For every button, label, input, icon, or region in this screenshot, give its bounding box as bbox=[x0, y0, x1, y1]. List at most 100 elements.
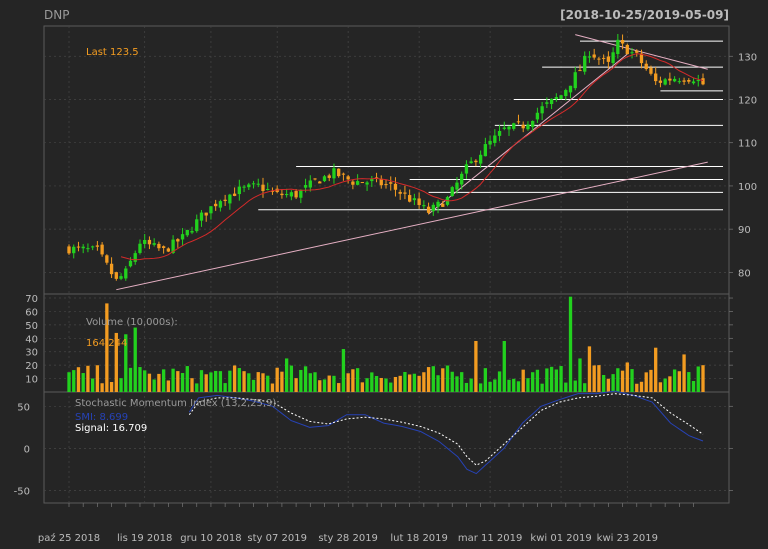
volume-bar bbox=[280, 371, 284, 392]
volume-value: 164,244 bbox=[86, 338, 127, 349]
candle bbox=[360, 182, 364, 184]
volume-bar bbox=[251, 379, 256, 392]
volume-bar bbox=[299, 369, 303, 392]
volume-y-label: 10 bbox=[25, 375, 38, 386]
volume-bar bbox=[611, 374, 615, 392]
volume-bar bbox=[128, 367, 133, 392]
candle bbox=[337, 168, 341, 177]
candle bbox=[119, 276, 123, 279]
volume-bar bbox=[445, 365, 450, 392]
candle bbox=[195, 219, 199, 232]
candle bbox=[460, 173, 464, 185]
candle bbox=[128, 260, 133, 267]
price-y-label: 90 bbox=[738, 225, 751, 236]
volume-bar bbox=[549, 366, 554, 392]
volume-bar bbox=[691, 380, 696, 392]
volume-bar bbox=[147, 373, 152, 392]
volume-bar bbox=[161, 369, 166, 392]
volume-bar bbox=[360, 382, 364, 392]
volume-bar bbox=[507, 379, 511, 392]
volume-bar bbox=[261, 373, 265, 392]
volume-bar bbox=[431, 366, 435, 392]
volume-bar bbox=[531, 372, 535, 392]
candle bbox=[223, 199, 227, 201]
candle bbox=[81, 246, 85, 249]
volume-bar bbox=[152, 379, 156, 392]
volume-bar bbox=[204, 374, 208, 392]
volume-bar bbox=[289, 365, 294, 392]
candle bbox=[91, 246, 95, 248]
candle bbox=[564, 90, 568, 97]
signal-value: Signal: 16.709 bbox=[75, 423, 147, 434]
volume-bar bbox=[601, 374, 606, 392]
volume-bar bbox=[81, 373, 85, 392]
candle bbox=[180, 234, 185, 240]
volume-bar bbox=[417, 375, 421, 392]
volume-bar bbox=[620, 370, 625, 392]
volume-bar bbox=[469, 378, 473, 392]
volume-bar bbox=[668, 376, 672, 392]
volume-bar bbox=[190, 378, 194, 392]
candle bbox=[351, 181, 355, 185]
volume-bar bbox=[587, 346, 592, 392]
candle bbox=[341, 173, 346, 175]
candle bbox=[242, 186, 246, 188]
volume-bar bbox=[284, 358, 289, 392]
volume-bar bbox=[521, 369, 525, 392]
candle bbox=[625, 44, 629, 55]
volume-bar bbox=[436, 375, 440, 392]
candle bbox=[630, 52, 634, 54]
volume-bar bbox=[171, 368, 175, 392]
volume-bar bbox=[658, 382, 663, 392]
stock-chart: paź 25 2018 lis 19 2018 gru 10 2018 sty 07 … bbox=[14, 8, 757, 544]
candle bbox=[412, 198, 417, 201]
candle bbox=[185, 229, 189, 236]
volume-bar bbox=[393, 377, 398, 392]
volume-bar bbox=[701, 365, 705, 392]
candle bbox=[455, 182, 459, 190]
candle bbox=[199, 212, 204, 221]
volume-bar bbox=[616, 368, 620, 392]
volume-y-label: 20 bbox=[25, 361, 38, 372]
volume-bar bbox=[86, 365, 90, 392]
candle bbox=[152, 243, 156, 245]
volume-bar bbox=[313, 372, 317, 392]
candle bbox=[176, 239, 180, 242]
candle bbox=[521, 124, 525, 129]
candle bbox=[138, 243, 142, 253]
volume-bar bbox=[157, 373, 161, 392]
volume-bar bbox=[583, 383, 587, 392]
candle bbox=[658, 80, 663, 83]
candle bbox=[67, 246, 71, 254]
volume-bar bbox=[478, 383, 483, 392]
volume-bar bbox=[398, 375, 402, 392]
candle bbox=[327, 175, 331, 178]
x-tick-label: mar 11 2019 bbox=[458, 533, 523, 544]
price-y-label: 120 bbox=[738, 95, 757, 106]
candle bbox=[526, 124, 530, 130]
candle bbox=[497, 130, 502, 136]
volume-bar bbox=[412, 373, 417, 392]
volume-bar bbox=[677, 371, 681, 392]
candle bbox=[72, 246, 76, 254]
volume-bar bbox=[176, 371, 180, 392]
price-y-label: 100 bbox=[738, 182, 757, 193]
candle bbox=[531, 121, 535, 127]
candle bbox=[635, 50, 639, 53]
volume-y-label: 60 bbox=[25, 307, 38, 318]
smi-value: SMI: 8.699 bbox=[75, 412, 128, 423]
volume-bar bbox=[322, 379, 327, 392]
volume-bar bbox=[639, 381, 644, 392]
candle bbox=[417, 198, 421, 206]
candle bbox=[474, 160, 478, 163]
candle bbox=[644, 63, 648, 70]
price-panel bbox=[43, 25, 730, 295]
x-tick-label: gru 10 2018 bbox=[180, 533, 241, 544]
volume-bar bbox=[91, 378, 95, 392]
x-tick-label: kwi 01 2019 bbox=[530, 533, 591, 544]
candle bbox=[549, 98, 554, 105]
volume-bar bbox=[67, 372, 71, 392]
volume-bar bbox=[214, 370, 218, 392]
candle bbox=[346, 176, 350, 180]
volume-bar bbox=[554, 369, 558, 392]
